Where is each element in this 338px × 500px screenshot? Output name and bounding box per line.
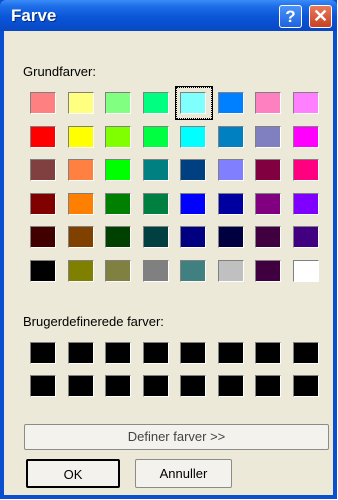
basic-color-swatch-r5-c1[interactable] [30, 226, 56, 248]
basic-color-swatch-r5-c5[interactable] [180, 226, 206, 248]
color-dialog: Farve ? ✕ Grundfarver: Brugerdefinerede … [0, 0, 337, 499]
basic-colors-label: Grundfarver: [23, 64, 96, 79]
custom-colors-label: Brugerdefinerede farver: [23, 314, 164, 329]
custom-color-swatch-r2-c5[interactable] [180, 375, 206, 397]
basic-color-swatch-r2-c3[interactable] [105, 125, 131, 148]
custom-color-swatch-r2-c6[interactable] [217, 375, 244, 397]
basic-color-swatch-r3-c2[interactable] [67, 159, 94, 181]
custom-color-swatch-r1-c5[interactable] [180, 342, 206, 364]
basic-color-swatch-r5-c8[interactable] [292, 226, 319, 248]
custom-color-swatch-r1-c4[interactable] [142, 342, 169, 364]
basic-color-swatch-r1-c2[interactable] [67, 92, 94, 114]
custom-color-swatch-r1-c6[interactable] [217, 342, 244, 364]
basic-color-swatch-r4-c4[interactable] [142, 192, 169, 215]
title-bar[interactable]: Farve ? ✕ [0, 0, 337, 31]
basic-color-swatch-r3-c4[interactable] [142, 159, 169, 181]
basic-color-swatch-r2-c7[interactable] [255, 125, 281, 148]
custom-color-swatch-r1-c2[interactable] [67, 342, 94, 364]
dialog-title: Farve [11, 6, 57, 25]
basic-color-swatch-r3-c5[interactable] [180, 159, 206, 181]
basic-color-swatch-r3-c8[interactable] [292, 159, 319, 181]
close-button[interactable]: ✕ [309, 5, 332, 28]
basic-color-swatch-r6-c7[interactable] [255, 259, 281, 282]
basic-color-swatch-r6-c2[interactable] [67, 259, 94, 282]
basic-color-swatch-r1-c1[interactable] [30, 92, 56, 114]
basic-color-swatch-r5-c6[interactable] [217, 226, 244, 248]
basic-color-swatch-r6-c1[interactable] [30, 259, 56, 282]
ok-button[interactable]: OK [26, 459, 120, 488]
custom-color-swatch-r2-c7[interactable] [255, 375, 281, 397]
basic-color-swatch-r4-c7[interactable] [255, 192, 281, 215]
basic-color-swatch-r6-c8[interactable] [292, 259, 319, 282]
basic-color-swatch-r5-c3[interactable] [105, 226, 131, 248]
custom-color-swatch-r2-c3[interactable] [105, 375, 131, 397]
basic-color-swatch-r4-c8[interactable] [292, 192, 319, 215]
basic-color-swatch-r5-c7[interactable] [255, 226, 281, 248]
basic-color-swatch-r4-c5[interactable] [180, 192, 206, 215]
define-custom-colors-button[interactable]: Definer farver >> [24, 424, 329, 450]
basic-color-swatch-r1-c3[interactable] [105, 92, 131, 114]
custom-color-swatch-r2-c1[interactable] [30, 375, 56, 397]
custom-color-swatch-r1-c3[interactable] [105, 342, 131, 364]
custom-color-swatch-r2-c8[interactable] [292, 375, 319, 397]
custom-color-swatch-r2-c2[interactable] [67, 375, 94, 397]
basic-color-swatch-r4-c2[interactable] [67, 192, 94, 215]
basic-color-swatch-r1-c7[interactable] [255, 92, 281, 114]
basic-color-swatch-r2-c1[interactable] [30, 125, 56, 148]
help-button[interactable]: ? [279, 5, 302, 28]
custom-color-swatch-r1-c8[interactable] [292, 342, 319, 364]
basic-color-swatch-r2-c5[interactable] [180, 125, 206, 148]
dialog-body: Grundfarver: Brugerdefinerede farver: De… [4, 31, 333, 495]
basic-color-swatch-r1-c6[interactable] [217, 92, 244, 114]
basic-color-swatch-r4-c6[interactable] [217, 192, 244, 215]
basic-color-swatch-r4-c1[interactable] [30, 192, 56, 215]
basic-color-swatch-r5-c4[interactable] [142, 226, 169, 248]
basic-color-swatch-r2-c8[interactable] [292, 125, 319, 148]
custom-color-swatch-r2-c4[interactable] [142, 375, 169, 397]
basic-color-swatch-r3-c7[interactable] [255, 159, 281, 181]
basic-color-swatch-r6-c3[interactable] [105, 259, 131, 282]
basic-color-swatch-r5-c2[interactable] [67, 226, 94, 248]
basic-color-swatch-r1-c4[interactable] [142, 92, 169, 114]
custom-color-swatch-r1-c1[interactable] [30, 342, 56, 364]
basic-color-swatch-r3-c3[interactable] [105, 159, 131, 181]
basic-color-swatch-r2-c6[interactable] [217, 125, 244, 148]
basic-color-swatch-r6-c6[interactable] [217, 259, 244, 282]
basic-color-swatch-r3-c1[interactable] [30, 159, 56, 181]
basic-color-swatch-r1-c8[interactable] [292, 92, 319, 114]
custom-color-swatch-r1-c7[interactable] [255, 342, 281, 364]
cancel-button[interactable]: Annuller [135, 459, 232, 488]
basic-color-swatch-r6-c5[interactable] [180, 259, 206, 282]
basic-color-swatch-r3-c6[interactable] [217, 159, 244, 181]
basic-color-swatch-r2-c2[interactable] [67, 125, 94, 148]
basic-color-swatch-r2-c4[interactable] [142, 125, 169, 148]
selected-swatch-frame [175, 86, 213, 120]
basic-color-swatch-r6-c4[interactable] [142, 259, 169, 282]
basic-color-swatch-r4-c3[interactable] [105, 192, 131, 215]
